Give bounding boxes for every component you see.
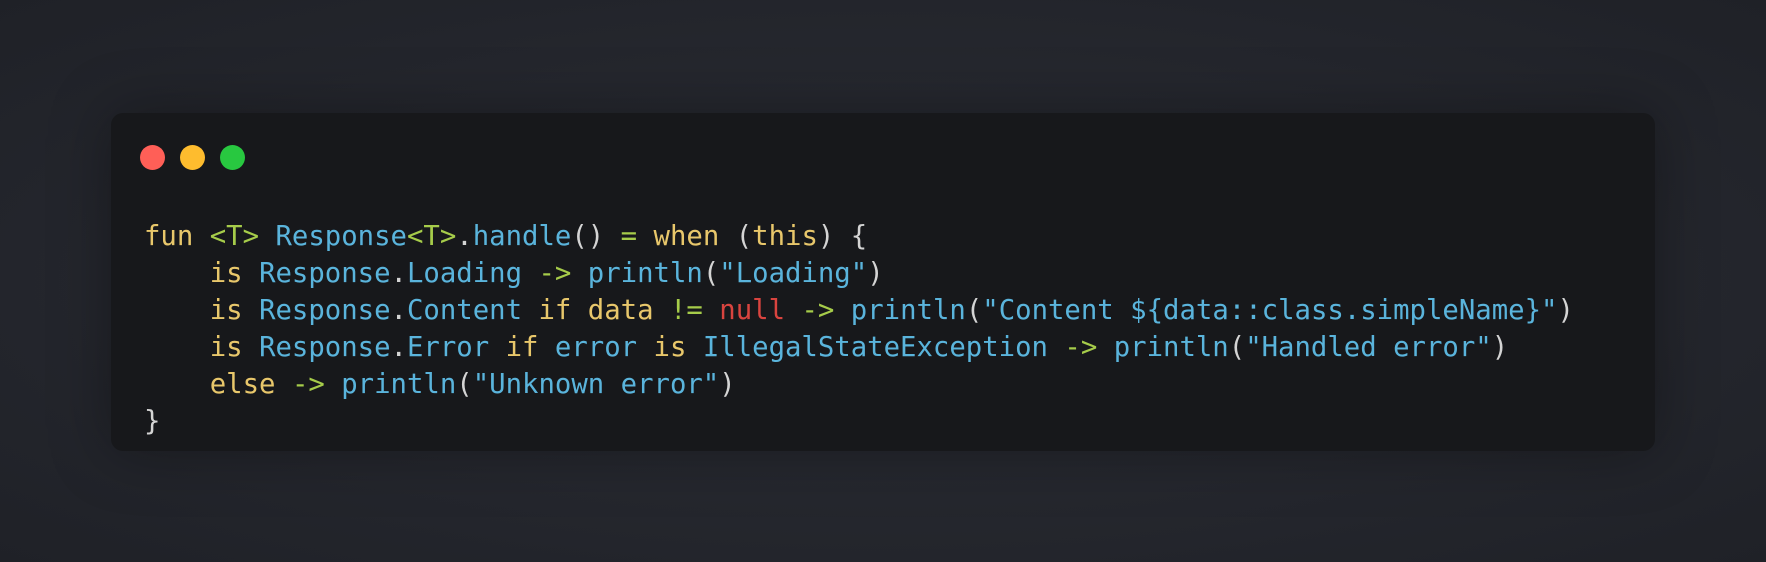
plain-token: ( (702, 258, 720, 289)
operator-token: -> (801, 295, 835, 326)
plain-token: ( (965, 295, 983, 326)
type-token: IllegalStateException (702, 332, 1048, 363)
code-block: fun <T> Response<T>.handle() = when (thi… (144, 218, 1574, 440)
operator-token: = (620, 221, 638, 252)
keyword-token: else (209, 369, 276, 400)
operator-token: -> (538, 258, 572, 289)
code-line: else -> println("Unknown error") (144, 366, 1574, 403)
keyword-token: when (653, 221, 720, 252)
keyword-token: fun (144, 221, 194, 252)
operator-token: <T> (406, 221, 457, 252)
operator-token: -> (1064, 332, 1098, 363)
operator-token: != (669, 295, 703, 326)
code-line: } (144, 403, 1574, 440)
type-token: Loading (406, 258, 523, 289)
plain-token: . (390, 258, 407, 289)
plain-token: . (456, 221, 473, 252)
plain-token: ( (456, 369, 473, 400)
plain-token: . (390, 295, 407, 326)
function-token: println (341, 369, 457, 400)
keyword-token: is (209, 258, 243, 289)
type-token: Error (406, 332, 490, 363)
plain-token: ) (1557, 295, 1574, 326)
plain-token: ( (719, 221, 753, 252)
string-token: "Unknown error" (472, 369, 720, 400)
string-token: "Content ${data::class.simpleName}" (982, 295, 1558, 326)
minimize-window-dot-icon[interactable] (180, 145, 205, 170)
type-token: Response (259, 295, 391, 326)
keyword-token: is (209, 332, 243, 363)
close-window-dot-icon[interactable] (140, 145, 165, 170)
type-token: Response (275, 221, 407, 252)
function-token: println (1113, 332, 1229, 363)
plain-token: ) (1491, 332, 1509, 363)
maximize-window-dot-icon[interactable] (220, 145, 245, 170)
null-token: null (719, 295, 786, 326)
function-token: handle (472, 221, 572, 252)
plain-token: () (571, 221, 621, 252)
keyword-token: this (752, 221, 818, 252)
type-token: Response (259, 332, 391, 363)
plain-token: . (390, 332, 407, 363)
plain-token: ) (719, 369, 736, 400)
code-line: fun <T> Response<T>.handle() = when (thi… (144, 218, 1574, 255)
type-token: error (554, 332, 638, 363)
string-token: "Loading" (719, 258, 868, 289)
code-line: is Response.Content if data != null -> p… (144, 292, 1574, 329)
plain-token: } (144, 406, 161, 437)
operator-token: -> (291, 369, 325, 400)
plain-token: ) { (817, 221, 868, 252)
type-token: Content (406, 295, 523, 326)
operator-token: <T> (209, 221, 260, 252)
code-line: is Response.Error if error is IllegalSta… (144, 329, 1574, 366)
plain-token: ) (867, 258, 884, 289)
function-token: println (850, 295, 966, 326)
keyword-token: if (538, 295, 572, 326)
plain-token: ( (1228, 332, 1246, 363)
keyword-token: data (587, 295, 654, 326)
code-line: is Response.Loading -> println("Loading"… (144, 255, 1574, 292)
string-token: "Handled error" (1245, 332, 1492, 363)
keyword-token: is (209, 295, 243, 326)
code-window: fun <T> Response<T>.handle() = when (thi… (111, 113, 1655, 451)
keyword-token: is (653, 332, 687, 363)
type-token: Response (259, 258, 391, 289)
keyword-token: if (505, 332, 539, 363)
function-token: println (587, 258, 703, 289)
